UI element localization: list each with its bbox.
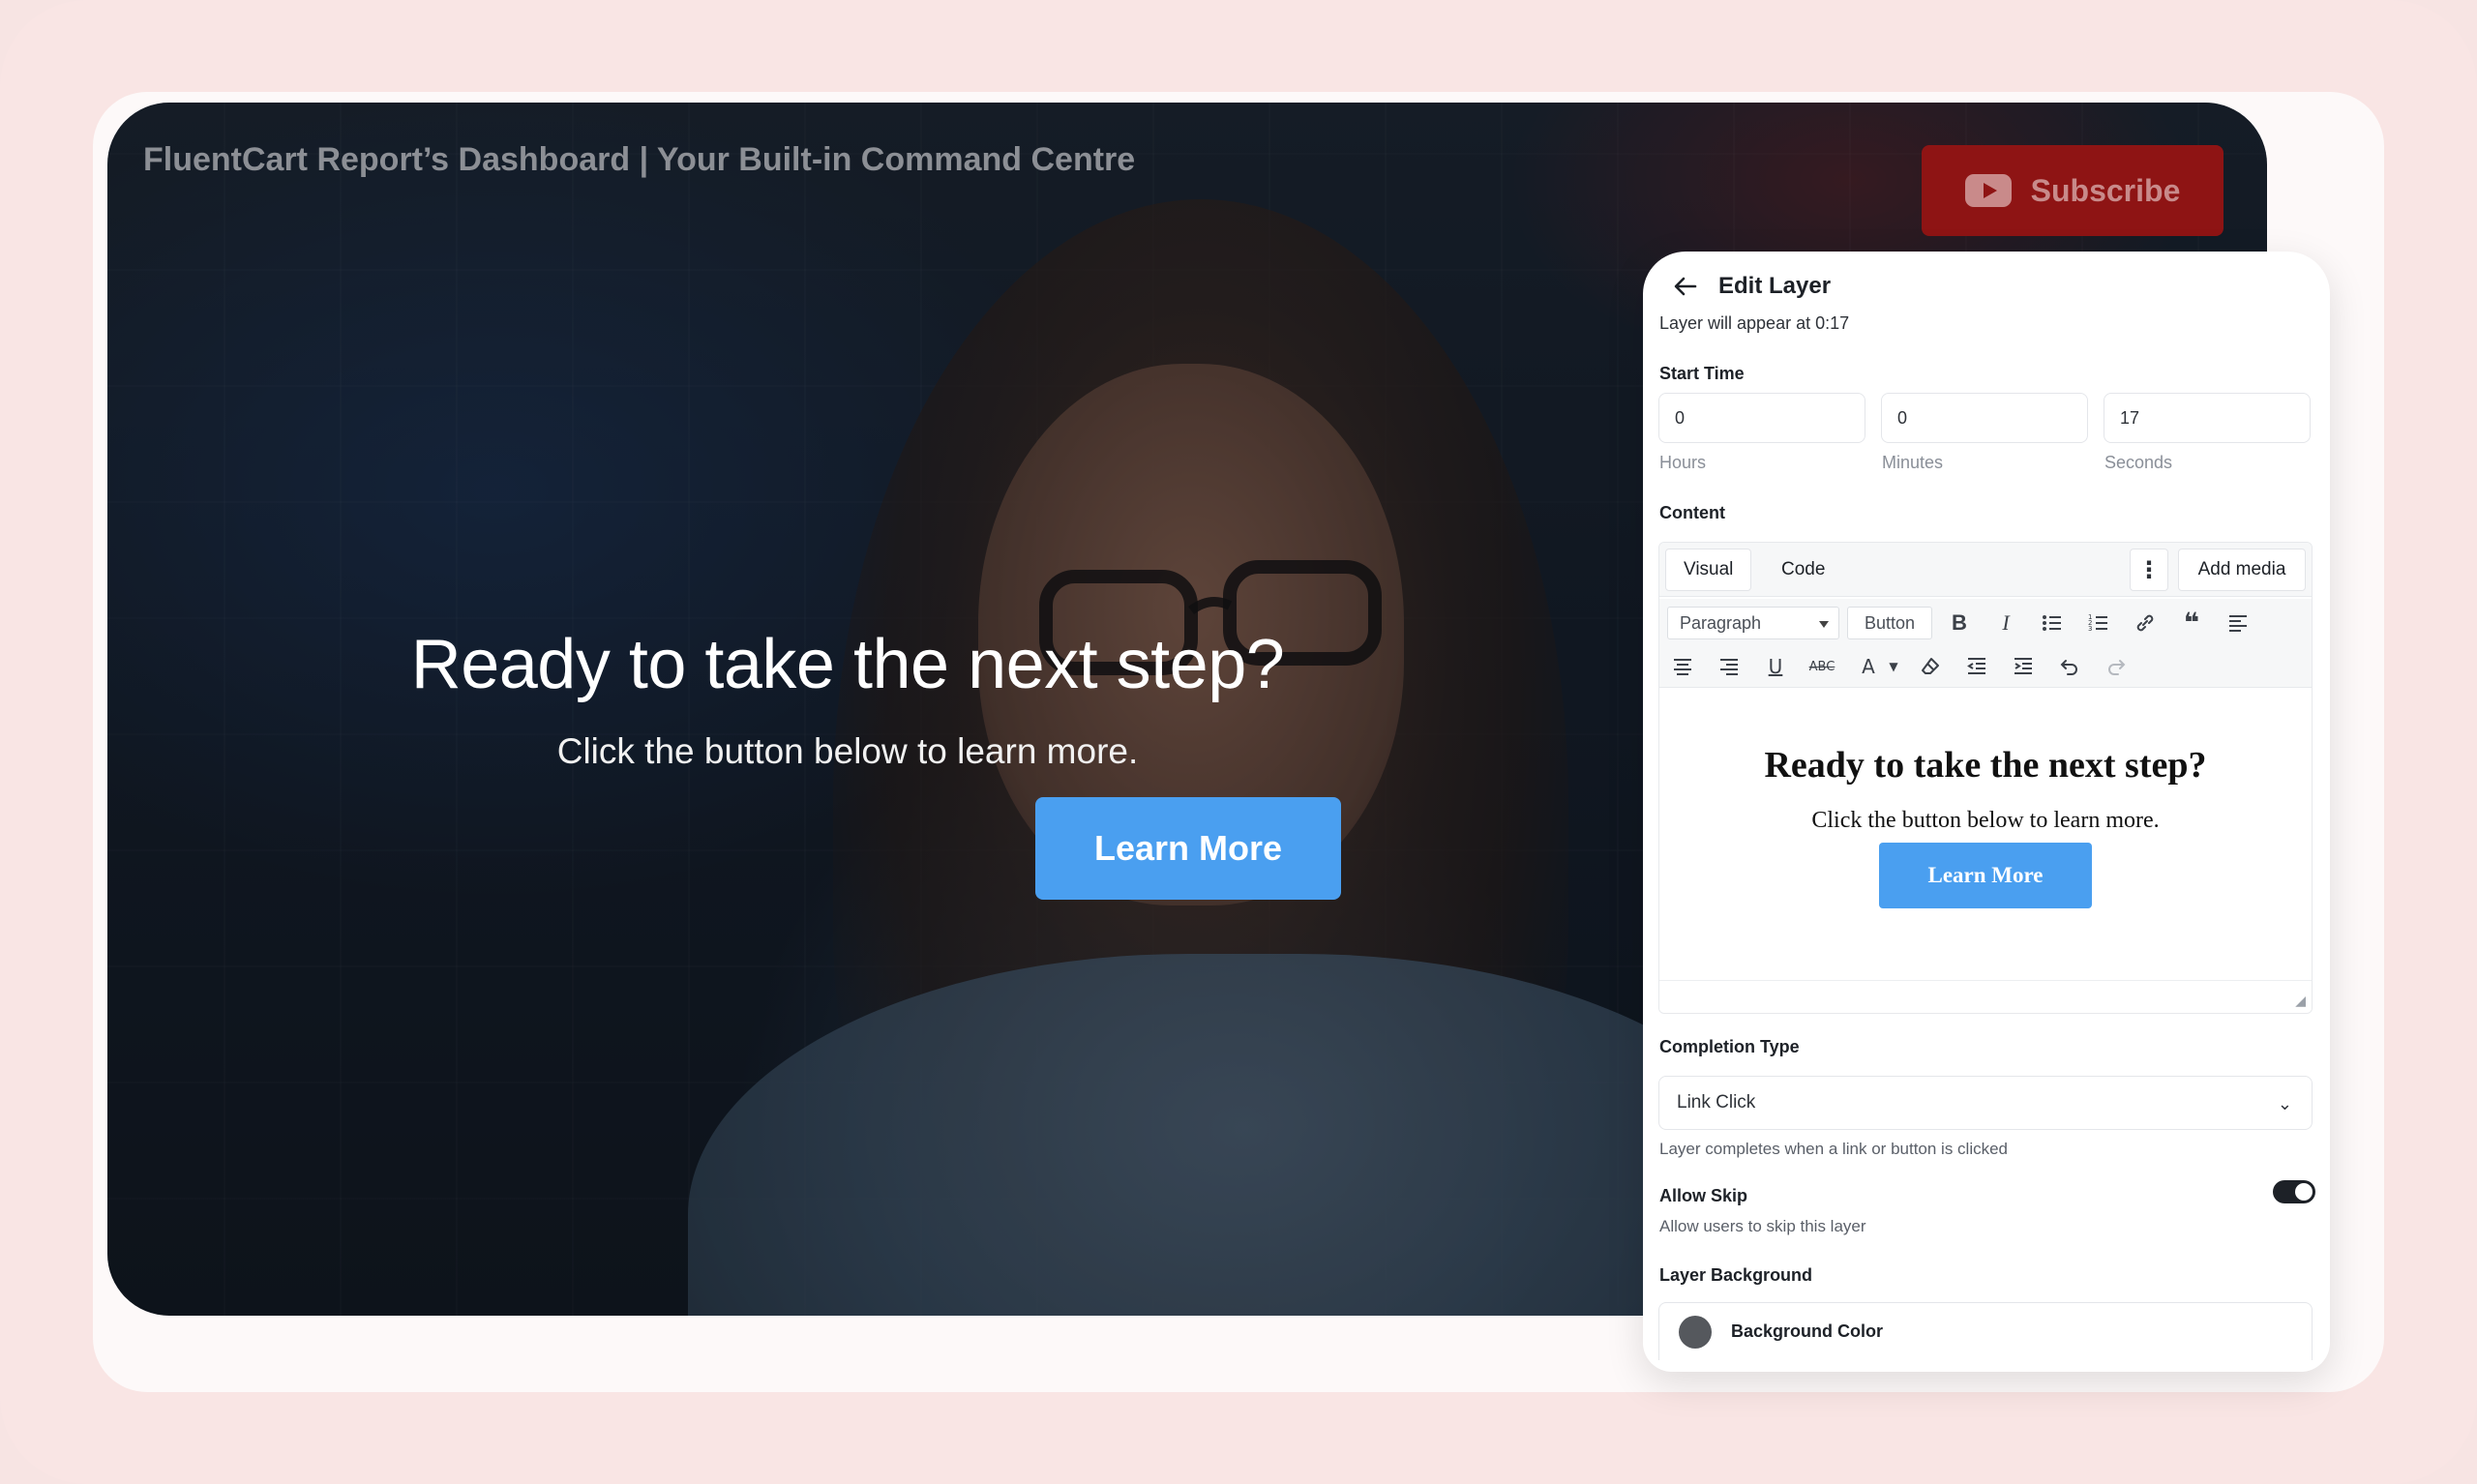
editor-heading: Ready to take the next step? <box>1764 745 2207 786</box>
background-color-picker[interactable]: Background Color <box>1658 1302 2313 1360</box>
hours-caption: Hours <box>1659 453 1707 472</box>
underline-icon[interactable]: U <box>1760 651 1791 682</box>
chevron-down-icon: ⌄ <box>2277 1094 2292 1114</box>
format-select-value: Paragraph <box>1680 612 1762 633</box>
subscribe-label: Subscribe <box>2030 172 2181 208</box>
layer-background-label: Layer Background <box>1659 1265 1813 1285</box>
subscribe-button[interactable]: Subscribe <box>1922 145 2223 236</box>
panel-title: Edit Layer <box>1718 273 1832 299</box>
overlay-subheading: Click the button below to learn more. <box>556 731 1139 771</box>
format-select[interactable]: Paragraph <box>1667 607 1839 639</box>
completion-hint: Layer completes when a link or button is… <box>1659 1140 2009 1158</box>
resize-handle-icon[interactable]: ◢ <box>2295 993 2306 1009</box>
align-center-icon[interactable] <box>1667 651 1698 682</box>
video-title[interactable]: FluentCart Report’s Dashboard | Your Bui… <box>143 141 1135 179</box>
caret-down-icon <box>1819 621 1829 628</box>
start-time-label: Start Time <box>1659 364 1745 383</box>
tab-visual[interactable]: Visual <box>1665 549 1752 591</box>
back-arrow-icon[interactable] <box>1670 271 1701 302</box>
link-icon[interactable] <box>2130 608 2161 638</box>
panel-header: Edit Layer <box>1670 271 1831 302</box>
editor-footer: ◢ <box>1659 980 2312 1013</box>
outdent-icon[interactable] <box>1961 651 1992 682</box>
minutes-input[interactable]: 0 <box>1881 393 2088 443</box>
editor-tabs: Visual Code ⋮ Add media <box>1659 543 2312 597</box>
clear-formatting-icon[interactable] <box>1915 651 1946 682</box>
allow-skip-toggle[interactable] <box>2273 1180 2315 1203</box>
text-color-caret-icon[interactable]: ▼ <box>1878 651 1909 682</box>
editor-learn-more-button[interactable]: Learn More <box>1879 843 2092 908</box>
content-editor: Visual Code ⋮ Add media Paragraph Button… <box>1658 542 2313 1014</box>
hours-input[interactable]: 0 <box>1658 393 1865 443</box>
strikethrough-icon[interactable]: ABC <box>1806 651 1837 682</box>
tab-code[interactable]: Code <box>1764 549 1842 591</box>
completion-type-select[interactable]: Link Click ⌄ <box>1658 1076 2313 1130</box>
color-swatch[interactable] <box>1679 1315 1712 1349</box>
overlay-heading: Ready to take the next step? <box>410 626 1285 703</box>
numbered-list-icon[interactable]: 123 <box>2083 608 2114 638</box>
allow-skip-label: Allow Skip <box>1659 1186 1748 1205</box>
editor-toolbar: Paragraph Button B I 123 ❝ U ABC A ▼ <box>1659 599 2312 688</box>
edit-layer-panel: Edit Layer Layer will appear at 0:17 Sta… <box>1643 252 2330 1372</box>
allow-skip-hint: Allow users to skip this layer <box>1659 1217 1866 1235</box>
align-right-icon[interactable] <box>1714 651 1745 682</box>
more-options-icon[interactable]: ⋮ <box>2130 549 2168 591</box>
youtube-icon <box>1964 174 2012 207</box>
seconds-input[interactable]: 17 <box>2104 393 2311 443</box>
blockquote-icon[interactable]: ❝ <box>2176 607 2207 638</box>
add-media-button[interactable]: Add media <box>2178 549 2306 591</box>
panel-subtitle: Layer will appear at 0:17 <box>1659 313 1850 333</box>
align-left-icon[interactable] <box>2223 608 2253 638</box>
button-tool[interactable]: Button <box>1847 607 1932 639</box>
learn-more-button[interactable]: Learn More <box>1035 797 1341 900</box>
bullet-list-icon[interactable] <box>2037 608 2068 638</box>
seconds-caption: Seconds <box>2104 453 2173 472</box>
content-label: Content <box>1659 503 1725 522</box>
minutes-caption: Minutes <box>1882 453 1944 472</box>
background-color-label: Background Color <box>1731 1321 1884 1341</box>
editor-content-area[interactable]: Ready to take the next step? Click the b… <box>1659 690 2312 980</box>
bold-icon[interactable]: B <box>1944 608 1975 638</box>
redo-icon[interactable] <box>2101 651 2132 682</box>
completion-type-value: Link Click <box>1677 1092 1756 1113</box>
editor-subheading: Click the button below to learn more. <box>1811 808 2160 833</box>
indent-icon[interactable] <box>2008 651 2039 682</box>
svg-text:3: 3 <box>2088 625 2092 633</box>
italic-icon[interactable]: I <box>1990 608 2021 638</box>
undo-icon[interactable] <box>2054 651 2085 682</box>
completion-type-label: Completion Type <box>1659 1037 1800 1056</box>
